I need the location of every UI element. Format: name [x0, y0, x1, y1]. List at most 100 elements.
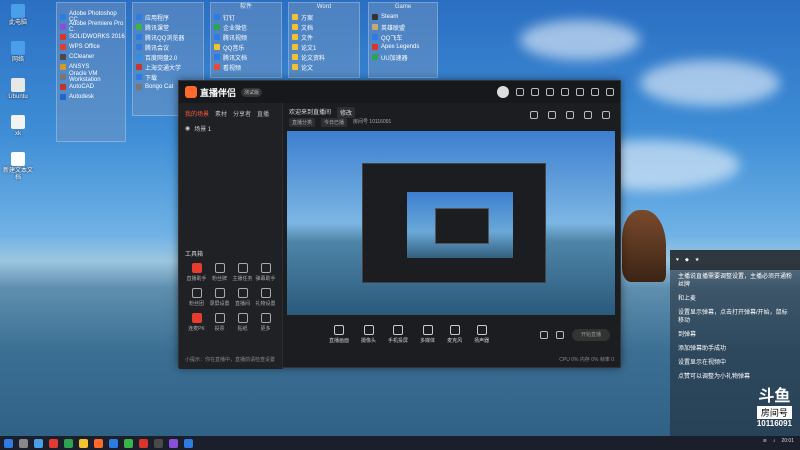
- taskbar-app-icon[interactable]: [94, 438, 103, 448]
- clock[interactable]: 20:01: [781, 438, 794, 444]
- close-icon[interactable]: [606, 88, 614, 96]
- tool-item[interactable]: 主播任务: [231, 263, 254, 282]
- source-control[interactable]: 扬声器: [474, 325, 489, 344]
- edit-title-button[interactable]: 修改: [337, 107, 356, 118]
- source-control[interactable]: 麦克风: [447, 325, 462, 344]
- desktop-icon[interactable]: Ubuntu: [2, 78, 34, 101]
- taskbar-app-icon[interactable]: [49, 438, 58, 448]
- launcher-item[interactable]: 腾讯QQ浏览器: [133, 32, 203, 42]
- shirt-icon[interactable]: [546, 88, 554, 96]
- tool-item[interactable]: 礼物设置: [254, 288, 277, 307]
- tool-item[interactable]: 连麦PK: [185, 313, 208, 332]
- launcher-item[interactable]: 英雄联盟: [369, 22, 437, 32]
- taskbar-app-icon[interactable]: [184, 438, 193, 448]
- app-icon: [60, 74, 66, 80]
- launcher-item[interactable]: 腾讯视频: [211, 32, 281, 42]
- launcher-item[interactable]: 论文: [289, 62, 359, 72]
- launcher-item[interactable]: UU加速器: [369, 52, 437, 62]
- settings-icon[interactable]: [591, 88, 599, 96]
- launcher-item[interactable]: 钉钉: [211, 12, 281, 22]
- tab-material[interactable]: 素材: [215, 109, 227, 118]
- launcher-item[interactable]: QQ音乐: [211, 42, 281, 52]
- mic-icon[interactable]: [566, 111, 574, 119]
- launcher-item[interactable]: 腾讯会议: [133, 42, 203, 52]
- source-control[interactable]: 直播画面: [329, 325, 349, 344]
- tool-item[interactable]: 粉丝团: [185, 288, 208, 307]
- launcher-item[interactable]: Autodesk: [57, 92, 125, 102]
- source-control[interactable]: 多媒体: [420, 325, 435, 344]
- launcher-item[interactable]: Adobe Premiere Pro C.: [57, 21, 125, 33]
- taskbar-app-icon[interactable]: [109, 438, 118, 448]
- launcher-item[interactable]: SOLIDWORKS 2016: [57, 32, 125, 42]
- gift-icon[interactable]: ◆: [685, 257, 689, 263]
- window-icon[interactable]: [531, 88, 539, 96]
- minimize-icon[interactable]: [576, 88, 584, 96]
- launcher-item[interactable]: 上海交通大学: [133, 62, 203, 72]
- lock-icon[interactable]: [530, 111, 538, 119]
- desktop-icon[interactable]: xk: [2, 115, 34, 138]
- launcher-item[interactable]: 论文资料: [289, 52, 359, 62]
- tab-live[interactable]: 直播: [257, 109, 269, 118]
- avatar[interactable]: [497, 86, 509, 98]
- launcher-item[interactable]: Oracle VM Workstation: [57, 71, 125, 83]
- scene-item[interactable]: ◉ 场景 1: [179, 118, 282, 139]
- tool-item[interactable]: 更多: [254, 313, 277, 332]
- start-live-button[interactable]: 开始直播: [572, 329, 610, 341]
- desktop-icon[interactable]: 网络: [2, 41, 34, 64]
- tool-item[interactable]: 弹幕助手: [254, 263, 277, 282]
- volume-icon[interactable]: ♪: [773, 438, 776, 444]
- launcher-item[interactable]: Apex Legends: [369, 42, 437, 52]
- launcher-item[interactable]: Steam: [369, 12, 437, 22]
- star-icon[interactable]: ★: [695, 257, 699, 263]
- tool-item[interactable]: 投票: [208, 313, 231, 332]
- like-icon[interactable]: ♥: [676, 257, 679, 263]
- tab-sharer[interactable]: 分享者: [233, 109, 251, 118]
- tool-item[interactable]: 粉丝牌: [208, 263, 231, 282]
- tool-item[interactable]: 直播间: [231, 288, 254, 307]
- tool-item[interactable]: 贴纸: [231, 313, 254, 332]
- launcher-item[interactable]: CCleaner: [57, 52, 125, 62]
- launcher-item[interactable]: 企业微信: [211, 22, 281, 32]
- launcher-item[interactable]: 百度网盘2.0: [133, 52, 203, 62]
- desktop-icon[interactable]: 此电脑: [2, 4, 34, 27]
- taskbar-app-icon[interactable]: [154, 438, 163, 448]
- launcher-item[interactable]: 文档: [289, 22, 359, 32]
- taskbar-app-icon[interactable]: [4, 438, 13, 448]
- launcher-item[interactable]: 腾讯文档: [211, 52, 281, 62]
- stream-preview[interactable]: [287, 131, 615, 315]
- share-icon[interactable]: [602, 111, 610, 119]
- tool-item[interactable]: 录屏设置: [208, 288, 231, 307]
- tool-item[interactable]: 直播助手: [185, 263, 208, 282]
- taskbar-app-icon[interactable]: [124, 438, 133, 448]
- tab-scenes[interactable]: 我的场景: [185, 109, 209, 118]
- launcher-item[interactable]: 论文1: [289, 42, 359, 52]
- eye-icon[interactable]: ◉: [185, 125, 190, 132]
- overlay-message: 和上麦: [678, 296, 697, 302]
- taskbar-app-icon[interactable]: [19, 438, 28, 448]
- launcher-item[interactable]: AutoCAD: [57, 82, 125, 92]
- launcher-item[interactable]: QQ飞车: [369, 32, 437, 42]
- taskbar-app-icon[interactable]: [169, 438, 178, 448]
- bell-icon[interactable]: [584, 111, 592, 119]
- layout-icon[interactable]: [548, 111, 556, 119]
- launcher-item[interactable]: 腾讯课堂: [133, 22, 203, 32]
- launcher-item[interactable]: 文件: [289, 32, 359, 42]
- menu-icon[interactable]: [561, 88, 569, 96]
- message-icon[interactable]: [516, 88, 524, 96]
- taskbar-app-icon[interactable]: [34, 438, 43, 448]
- source-control[interactable]: 手机投屏: [388, 325, 408, 344]
- desktop-icon[interactable]: 新建文本文档: [2, 152, 34, 182]
- launcher-item[interactable]: 看视频: [211, 62, 281, 72]
- taskbar-app-icon[interactable]: [64, 438, 73, 448]
- source-control[interactable]: 摄像头: [361, 325, 376, 344]
- gear-icon[interactable]: [556, 331, 564, 339]
- tool-icon: [260, 263, 271, 273]
- taskbar-app-icon[interactable]: [79, 438, 88, 448]
- launcher-item[interactable]: WPS Office: [57, 42, 125, 52]
- record-icon[interactable]: [540, 331, 548, 339]
- category-chip[interactable]: 直播分类: [289, 118, 316, 127]
- launcher-item[interactable]: 应用程序: [133, 12, 203, 22]
- launcher-item[interactable]: 方案: [289, 12, 359, 22]
- taskbar-app-icon[interactable]: [139, 438, 148, 448]
- wifi-icon[interactable]: ≋: [763, 438, 767, 444]
